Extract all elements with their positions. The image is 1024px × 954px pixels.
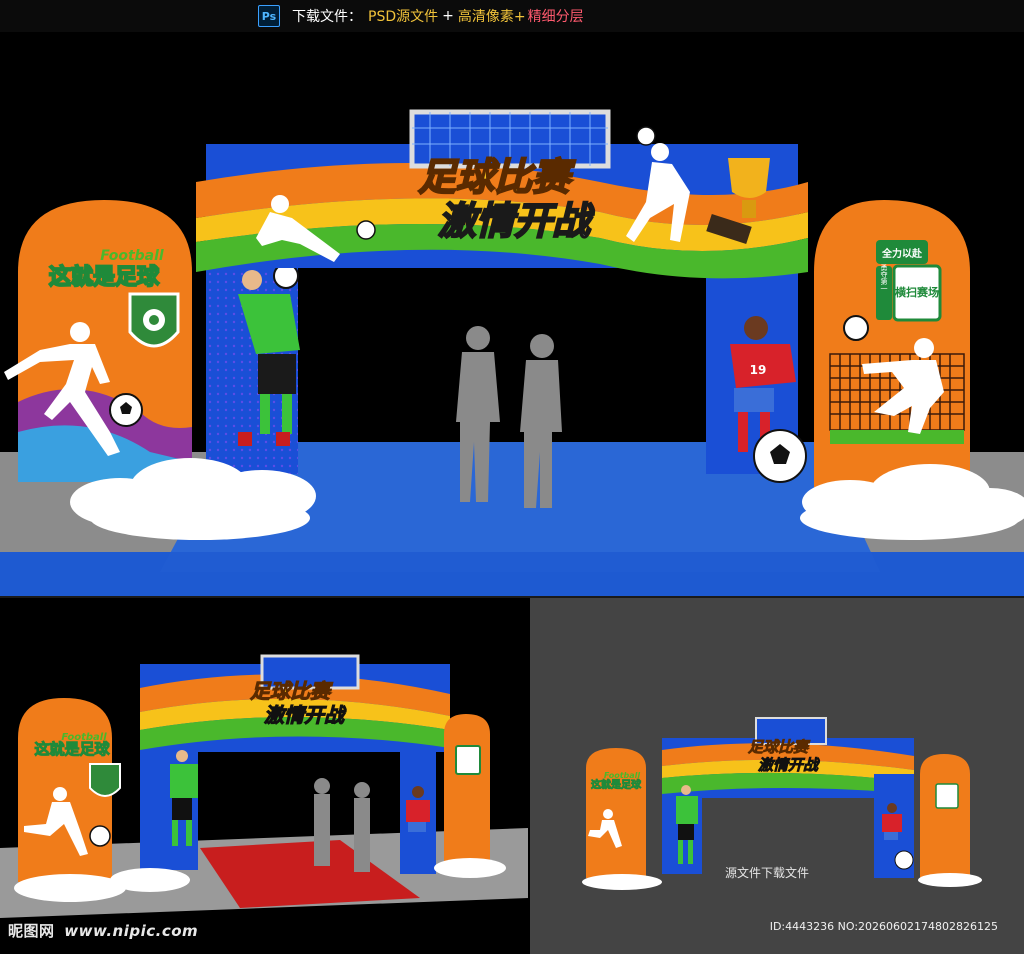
watermark-site: www.nipic.com [64,922,199,940]
shield-icon-small [89,763,121,797]
plus-sign: + [442,8,454,24]
photoshop-icon: Ps [258,5,280,27]
arch-render-perspective: Football 这就是足球 足球比赛 激情开战 [0,654,528,918]
id-label: ID:4443236 NO:20260602174802826125 [769,920,998,933]
download-label: 下载文件： [292,9,362,25]
tag-main-text: 横扫赛场 [895,285,939,299]
perspective-render: Football 这就是足球 足球比赛 激情开战 昵图网 www.nipic.c… [0,598,528,954]
football-word-flat: Football [604,771,641,780]
jersey-number: 19 [750,363,767,377]
left-slogan: 这就是足球 [49,264,160,290]
arch-render-main: 19 全力以赴 勇夺第一 横扫赛场 足球比赛 激情开战 Football 这就是… [0,109,1024,596]
tag-top-text: 全力以赴 [881,247,923,260]
title-line2-flat: 激情开战 [758,756,820,774]
flat-render: Football 这就是足球 足球比赛 激情开战 源文件下载文件 ID:4443… [530,598,1024,954]
title-line1-flat: 足球比赛 [748,738,811,756]
title-line1: 足球比赛 [418,155,576,199]
tag-side-text: 勇夺第一 [880,263,888,292]
hd-label: 高清像素+ [457,9,526,25]
arch-render-flat: Football 这就是足球 足球比赛 激情开战 [582,717,982,890]
watermark: 昵图网 www.nipic.com [8,920,198,941]
title-line1-small: 足球比赛 [250,679,333,703]
source-label: 源文件下载文件 [725,866,810,880]
watermark-cn: 昵图网 [8,922,55,940]
title-line2: 激情开战 [438,199,595,243]
title-line2-small: 激情开战 [264,703,347,727]
download-bar: Ps 下载文件： PSD源文件 + 高清像素+ 精细分层 [0,0,1024,33]
psd-label: PSD源文件 [368,9,439,25]
left-slogan-flat: 这就是足球 [591,778,642,791]
left-slogan-small: 这就是足球 [34,740,110,758]
football-word: Football [100,248,164,264]
layers-label: 精细分层 [527,9,584,25]
main-render: 19 全力以赴 勇夺第一 横扫赛场 足球比赛 激情开战 Football 这就是… [0,32,1024,596]
